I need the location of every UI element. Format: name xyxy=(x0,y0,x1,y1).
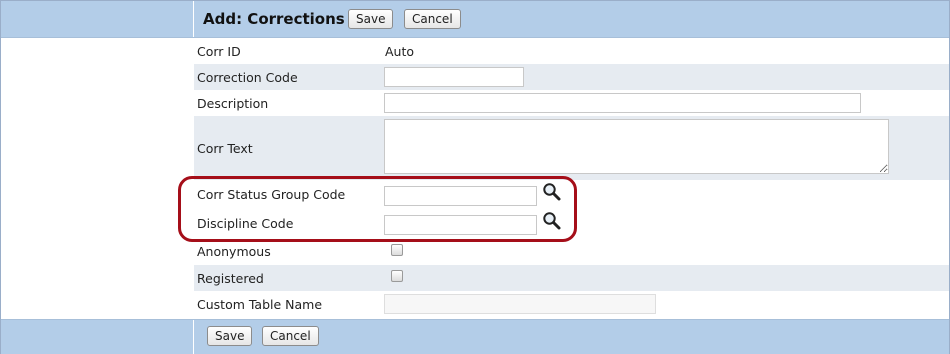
description-label: Description xyxy=(197,96,269,111)
registered-checkbox[interactable] xyxy=(391,270,403,282)
row-corr-id: Corr ID Auto xyxy=(194,38,949,64)
row-corr-status-group-code: Corr Status Group Code xyxy=(194,180,949,210)
custom-table-name-label: Custom Table Name xyxy=(197,297,323,312)
footer-cancel-button[interactable]: Cancel xyxy=(262,326,319,346)
custom-table-name-input xyxy=(384,294,656,314)
discipline-code-input[interactable] xyxy=(384,215,537,235)
row-anonymous: Anonymous xyxy=(194,239,949,265)
footer-save-button[interactable]: Save xyxy=(207,326,253,346)
form-header: Add: Corrections Save Cancel xyxy=(1,1,949,38)
correction-code-input[interactable] xyxy=(384,67,524,87)
registered-label: Registered xyxy=(197,271,264,286)
description-input[interactable] xyxy=(384,93,861,113)
corrections-form: Add: Corrections Save Cancel Corr ID Aut… xyxy=(0,0,950,354)
form-footer: Save Cancel xyxy=(1,319,949,354)
header-divider xyxy=(193,1,194,37)
row-correction-code: Correction Code xyxy=(194,64,949,90)
corr-text-textarea[interactable] xyxy=(384,119,889,174)
corr-id-label: Corr ID xyxy=(197,44,241,59)
corr-status-group-code-input[interactable] xyxy=(384,186,537,206)
correction-code-label: Correction Code xyxy=(197,70,298,85)
row-discipline-code: Discipline Code xyxy=(194,210,949,239)
anonymous-checkbox[interactable] xyxy=(391,244,403,256)
corr-id-value: Auto xyxy=(385,44,415,59)
row-custom-table-name: Custom Table Name xyxy=(194,291,949,319)
magnifier-icon[interactable] xyxy=(542,211,562,231)
save-button[interactable]: Save xyxy=(348,9,394,29)
cancel-button[interactable]: Cancel xyxy=(404,9,461,29)
anonymous-label: Anonymous xyxy=(197,244,271,259)
corr-text-label: Corr Text xyxy=(197,141,253,156)
row-description: Description xyxy=(194,90,949,116)
footer-divider xyxy=(193,320,194,354)
row-registered: Registered xyxy=(194,265,949,291)
page-title: Add: Corrections xyxy=(203,10,345,28)
magnifier-icon[interactable] xyxy=(542,182,562,202)
discipline-code-label: Discipline Code xyxy=(197,216,294,231)
corr-status-group-code-label: Corr Status Group Code xyxy=(197,187,346,202)
row-corr-text: Corr Text xyxy=(194,116,949,180)
